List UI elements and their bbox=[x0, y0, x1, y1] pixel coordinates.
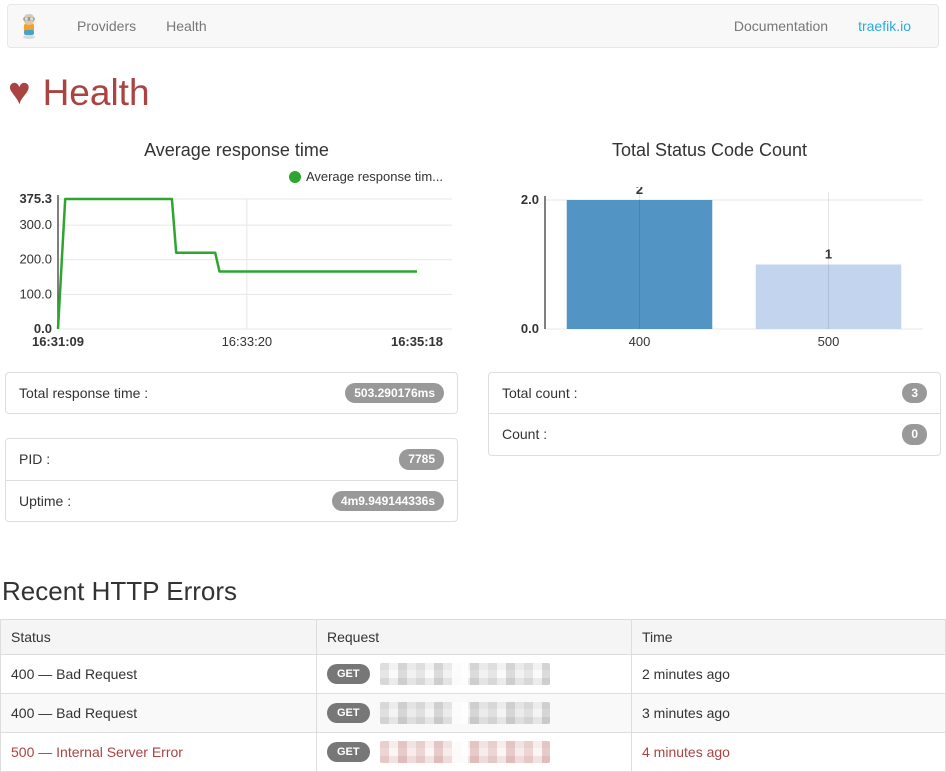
request-cell: GET bbox=[317, 732, 632, 771]
table-row: 400 — Bad Request GET 2 minutes ago bbox=[1, 654, 946, 693]
svg-text:0.0: 0.0 bbox=[521, 321, 539, 336]
table-header-row: Status Request Time bbox=[1, 619, 946, 654]
legend-spacer bbox=[473, 161, 946, 187]
stat-panel-counts: Total count : 3 Count : 0 bbox=[488, 372, 941, 456]
svg-text:2: 2 bbox=[636, 187, 643, 197]
stat-row-count: Count : 0 bbox=[489, 413, 940, 454]
stats-col-right: Total count : 3 Count : 0 bbox=[488, 372, 941, 546]
stat-value-badge: 7785 bbox=[399, 449, 444, 469]
navbar-right: Documentation traefik.io bbox=[719, 18, 926, 34]
stat-label: Count : bbox=[502, 426, 547, 442]
stats-row: Total response time : 503.290176ms PID :… bbox=[0, 372, 946, 546]
chart-title-status-code: Total Status Code Count bbox=[473, 140, 946, 161]
stat-panel-response-time: Total response time : 503.290176ms bbox=[5, 372, 458, 414]
chart-title-avg-response: Average response time bbox=[0, 140, 473, 161]
http-method-badge: GET bbox=[327, 664, 370, 684]
stat-row-total-response-time: Total response time : 503.290176ms bbox=[6, 373, 457, 413]
stat-value-badge: 0 bbox=[902, 424, 927, 444]
recent-errors-title: Recent HTTP Errors bbox=[2, 576, 946, 607]
stat-label: PID : bbox=[19, 451, 50, 467]
navbar: Providers Health Documentation traefik.i… bbox=[7, 4, 939, 48]
nav-item-documentation[interactable]: Documentation bbox=[719, 18, 843, 34]
table-row: 400 — Bad Request GET 3 minutes ago bbox=[1, 693, 946, 732]
redacted-url bbox=[380, 663, 550, 685]
svg-text:16:35:18: 16:35:18 bbox=[391, 334, 443, 349]
chart-legend: Average response tim... bbox=[0, 167, 473, 187]
stat-label: Total count : bbox=[502, 385, 578, 401]
svg-text:16:33:20: 16:33:20 bbox=[222, 334, 273, 349]
time-cell: 2 minutes ago bbox=[632, 654, 946, 693]
status-cell: 400 — Bad Request bbox=[1, 693, 317, 732]
svg-text:200.0: 200.0 bbox=[19, 252, 52, 267]
redacted-url bbox=[380, 702, 550, 724]
stat-label: Total response time : bbox=[19, 385, 148, 401]
svg-text:400: 400 bbox=[629, 334, 651, 349]
stat-label: Uptime : bbox=[19, 493, 71, 509]
svg-text:500: 500 bbox=[818, 334, 840, 349]
stat-value-badge: 4m9.949144336s bbox=[332, 491, 444, 511]
http-method-badge: GET bbox=[327, 703, 370, 723]
charts-row: Average response time Average response t… bbox=[0, 122, 946, 362]
stat-row-pid: PID : 7785 bbox=[6, 439, 457, 479]
legend-label: Average response tim... bbox=[306, 169, 443, 184]
nav-item-health[interactable]: Health bbox=[151, 18, 221, 34]
svg-text:375.3: 375.3 bbox=[19, 191, 52, 206]
status-cell: 500 — Internal Server Error bbox=[1, 732, 317, 771]
stat-value-badge: 503.290176ms bbox=[345, 383, 444, 403]
chart-status-code-count: Total Status Code Count 0.0 2.0 2 400 1 500 bbox=[473, 122, 946, 362]
svg-text:2.0: 2.0 bbox=[521, 192, 539, 207]
column-header-status: Status bbox=[1, 619, 317, 654]
status-cell: 400 — Bad Request bbox=[1, 654, 317, 693]
stat-value-badge: 3 bbox=[902, 383, 927, 403]
stat-row-uptime: Uptime : 4m9.949144336s bbox=[6, 480, 457, 521]
legend-dot-icon bbox=[289, 171, 301, 183]
nav-item-providers[interactable]: Providers bbox=[62, 18, 151, 34]
table-row: 500 — Internal Server Error GET 4 minute… bbox=[1, 732, 946, 771]
column-header-time: Time bbox=[632, 619, 946, 654]
traefik-logo-icon[interactable] bbox=[20, 11, 44, 41]
stat-row-total-count: Total count : 3 bbox=[489, 373, 940, 413]
page-title: ♥ Health bbox=[8, 72, 946, 114]
line-chart-svg: 0.0100.0200.0300.0375.316:31:0916:33:201… bbox=[0, 187, 473, 362]
svg-text:1: 1 bbox=[825, 246, 832, 261]
bar-chart-svg: 0.0 2.0 2 400 1 500 bbox=[473, 187, 946, 362]
chart-avg-response-time: Average response time Average response t… bbox=[0, 122, 473, 362]
svg-text:16:31:09: 16:31:09 bbox=[32, 334, 84, 349]
heart-icon: ♥ bbox=[8, 72, 31, 114]
nav-item-traefik-io[interactable]: traefik.io bbox=[843, 18, 926, 34]
column-header-request: Request bbox=[317, 619, 632, 654]
svg-text:300.0: 300.0 bbox=[19, 217, 52, 232]
http-method-badge: GET bbox=[327, 742, 370, 762]
page-title-text: Health bbox=[43, 73, 150, 114]
time-cell: 4 minutes ago bbox=[632, 732, 946, 771]
stats-col-left: Total response time : 503.290176ms PID :… bbox=[5, 372, 458, 546]
recent-errors-table: Status Request Time 400 — Bad Request GE… bbox=[0, 619, 946, 772]
svg-text:100.0: 100.0 bbox=[19, 286, 52, 301]
time-cell: 3 minutes ago bbox=[632, 693, 946, 732]
redacted-url bbox=[380, 741, 550, 763]
request-cell: GET bbox=[317, 654, 632, 693]
request-cell: GET bbox=[317, 693, 632, 732]
stat-panel-process: PID : 7785 Uptime : 4m9.949144336s bbox=[5, 438, 458, 522]
